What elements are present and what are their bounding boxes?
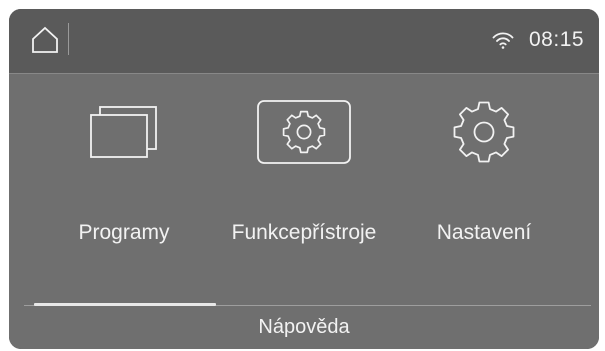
menu-tile-label: Programy — [78, 220, 170, 244]
menu-tile-programs[interactable]: Programy — [29, 75, 219, 303]
menu-tile-device-functions[interactable]: Funkce přístroje — [209, 75, 399, 303]
gear-icon — [453, 101, 515, 163]
windows-stack-icon — [90, 106, 157, 158]
clock-time: 08:15 — [529, 28, 585, 51]
display-screen: 08:15 Programy Funkce přístroje Nastaven… — [9, 9, 599, 349]
home-button[interactable] — [31, 26, 59, 54]
help-bar[interactable]: Nápověda — [9, 299, 599, 349]
page-indicator — [34, 303, 216, 306]
status-bar: 08:15 — [9, 9, 599, 74]
home-divider — [68, 23, 69, 55]
help-button-label: Nápověda — [258, 316, 350, 338]
menu-tile-label: Funkce přístroje — [231, 220, 377, 244]
gear-in-frame-icon — [257, 100, 351, 164]
home-icon — [32, 26, 58, 53]
wifi-icon — [492, 32, 514, 49]
device-frame: 08:15 Programy Funkce přístroje Nastaven… — [9, 9, 599, 349]
menu-tile-label: Nastavení — [436, 220, 532, 244]
menu-tile-settings[interactable]: Nastavení — [389, 75, 579, 303]
